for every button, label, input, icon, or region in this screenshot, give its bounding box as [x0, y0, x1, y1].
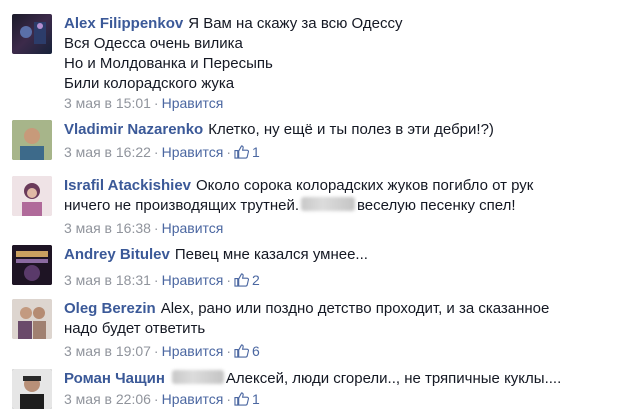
like-count[interactable]: 2 [252, 272, 260, 288]
avatar-image [12, 120, 52, 160]
comment-timestamp[interactable]: 3 мая в 15:01 [64, 95, 151, 111]
comment-author[interactable]: Vladimir Nazarenko [64, 121, 203, 138]
avatar-image [12, 176, 52, 216]
comment-text-line: Били колорадского жука [64, 75, 235, 92]
comment-text-line: Клетко, ну ещё и ты полез в эти дебри!?) [208, 121, 494, 138]
comment-timestamp[interactable]: 3 мая в 16:22 [64, 144, 151, 160]
comment-text-line: Певец мне казался умнее... [174, 246, 368, 263]
redacted-name [301, 197, 355, 211]
comment-text-line: Алексей, люди сгорели.., не тряпичные ку… [225, 370, 562, 387]
avatar[interactable] [12, 245, 52, 285]
comment-author[interactable]: Роман Чащин [64, 370, 165, 387]
separator-dot: · [153, 95, 159, 111]
comment-text-line: ничего не производящих трутней. [64, 197, 299, 214]
avatar-image [12, 369, 52, 409]
separator-dot: · [226, 272, 232, 288]
comment-body: Vladimir Nazarenko Клетко, ну ещё и ты по… [64, 120, 612, 162]
separator-dot: · [153, 272, 159, 288]
comment-text-line: надо будет ответить [64, 320, 206, 337]
comment-text-line: Около сорока колорадских жуков погибло о… [196, 177, 534, 194]
thumbs-up-icon[interactable] [234, 392, 250, 406]
comment-meta: 3 мая в 18:31 · Нравится · 2 [64, 270, 612, 290]
like-button[interactable]: Нравится [162, 144, 224, 160]
like-button[interactable]: Нравится [162, 343, 224, 359]
like-button[interactable]: Нравится [162, 95, 224, 111]
avatar-image [12, 299, 52, 339]
comment-text-line: Я Вам на скажу за всю Одессу [188, 15, 403, 32]
separator-dot: · [153, 343, 159, 359]
redacted-name [171, 370, 224, 384]
comment-author[interactable]: Alex Filippenkov [64, 15, 183, 32]
comment-timestamp[interactable]: 3 мая в 16:38 [64, 220, 151, 236]
like-button[interactable]: Нравится [162, 272, 224, 288]
avatar[interactable] [12, 120, 52, 160]
like-count[interactable]: 6 [252, 343, 260, 359]
comment-meta: 3 мая в 22:06 · Нравится · 1 [64, 389, 612, 409]
avatar-image [12, 245, 52, 285]
separator-dot: · [153, 144, 159, 160]
separator-dot: · [153, 220, 159, 236]
like-count[interactable]: 1 [252, 391, 260, 407]
comment-text-line: веселую песенку спел! [357, 197, 516, 214]
separator-dot: · [226, 391, 232, 407]
comment-timestamp[interactable]: 3 мая в 18:31 [64, 272, 151, 288]
avatar-image [20, 22, 46, 44]
avatar[interactable] [12, 176, 52, 216]
avatar[interactable] [12, 299, 52, 339]
comment-meta: 3 мая в 16:22 · Нравится · 1 [64, 142, 612, 162]
thumbs-up-icon[interactable] [234, 273, 250, 287]
like-count[interactable]: 1 [252, 144, 260, 160]
separator-dot: · [153, 391, 159, 407]
comment-timestamp[interactable]: 3 мая в 22:06 [64, 391, 151, 407]
comment-text-line: Но и Молдованка и Пересыпь [64, 55, 273, 72]
comment-meta: 3 мая в 19:07 · Нравится · 6 [64, 341, 612, 361]
avatar[interactable] [12, 369, 52, 409]
comment-body: Роман Чащин Алексей, люди сгорели.., не т… [64, 369, 612, 409]
like-button[interactable]: Нравится [162, 391, 224, 407]
thumbs-up-icon[interactable] [234, 344, 250, 358]
comment-meta: 3 мая в 15:01 · Нравится [64, 93, 612, 113]
comment-author[interactable]: Andrey Bitulev [64, 246, 170, 263]
separator-dot: · [226, 343, 232, 359]
comment-author[interactable]: Israfil Atackishiev [64, 177, 191, 194]
separator-dot: · [226, 144, 232, 160]
comment-body: Alex Filippenkov Я Вам на скажу за всю Од… [64, 14, 612, 113]
avatar[interactable] [12, 14, 52, 54]
comment-body: Andrey Bitulev Певец мне казался умнее...… [64, 245, 612, 290]
comment-meta: 3 мая в 16:38 · Нравится [64, 218, 612, 238]
like-button[interactable]: Нравится [162, 220, 224, 236]
comment-author[interactable]: Oleg Berezin [64, 300, 156, 317]
comment-text-line: Вся Одесса очень вилика [64, 35, 243, 52]
thumbs-up-icon[interactable] [234, 145, 250, 159]
comment-timestamp[interactable]: 3 мая в 19:07 [64, 343, 151, 359]
comment-body: Israfil Atackishiev Около сорока колорадс… [64, 176, 612, 238]
comment-body: Oleg Berezin Alex, рано или поздно детств… [64, 299, 612, 361]
comment-text-line: Alex, рано или поздно детство проходит, … [160, 300, 550, 317]
